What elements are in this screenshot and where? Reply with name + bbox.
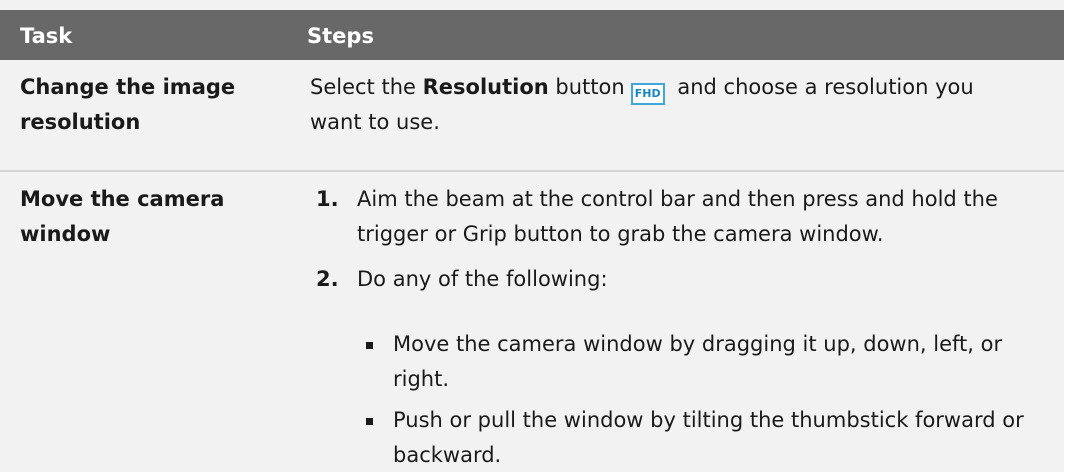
bullet-item: Push or pull the window by tilting the t… <box>393 408 1024 467</box>
bullet-icon <box>366 418 373 425</box>
task-label: Change the image resolution <box>20 75 236 134</box>
step-text-mid: button <box>548 75 625 99</box>
table-row: Change the image resolution Select the R… <box>0 62 1064 172</box>
header-steps: Steps <box>307 24 374 48</box>
bullet-icon <box>366 342 373 349</box>
step-text: Aim the beam at the control bar and then… <box>357 187 998 246</box>
resolution-fhd-icon: FHD <box>630 83 665 105</box>
resolution-term: Resolution <box>422 75 549 99</box>
step-text: Do any of the following: <box>357 267 608 291</box>
table-row: Move the camera window 1. Aim the beam a… <box>0 172 1064 472</box>
task-steps-table: Task Steps Change the image resolution S… <box>0 0 1064 472</box>
step-text-prefix: Select the <box>310 75 423 99</box>
step-description: Select the Resolution button FHD and choo… <box>310 70 1030 140</box>
bullet-item: Move the camera window by dragging it up… <box>393 332 1003 391</box>
header-task: Task <box>20 24 73 48</box>
step-number: 2. <box>316 267 339 291</box>
table-header: Task Steps <box>0 10 1064 60</box>
step-number: 1. <box>316 187 339 211</box>
task-label: Move the camera window <box>20 187 225 246</box>
